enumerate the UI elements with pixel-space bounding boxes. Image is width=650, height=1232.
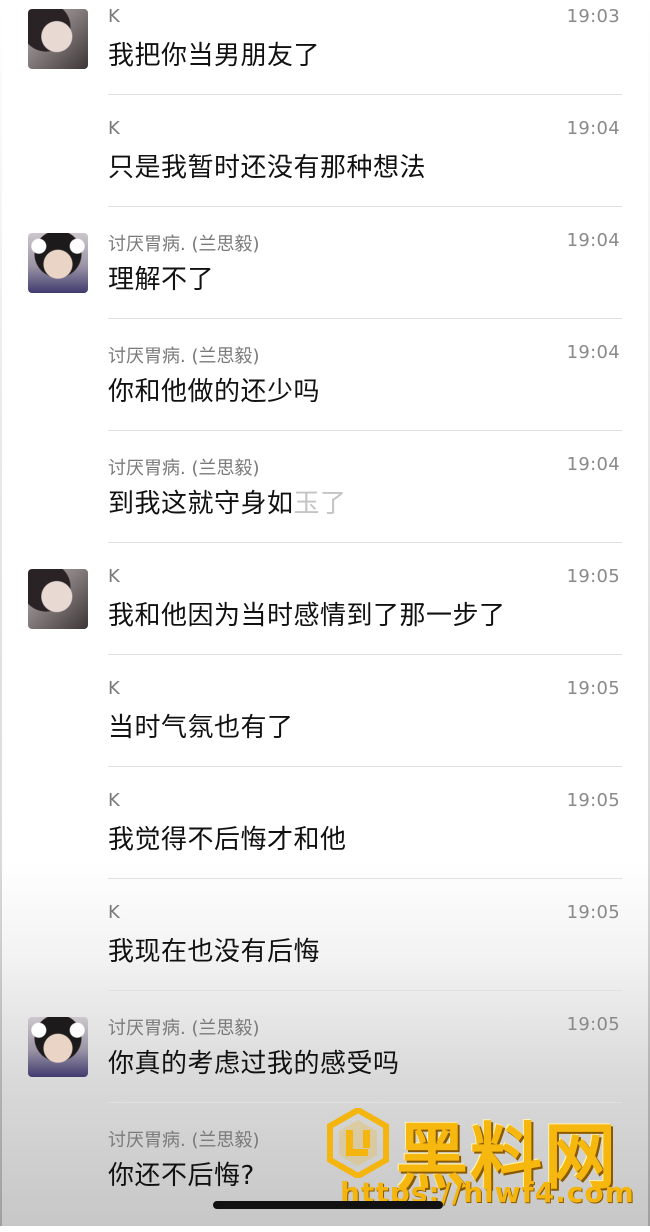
message-text: 我现在也没有后悔 bbox=[108, 937, 321, 967]
message-item[interactable]: K 19:03 我把你当男朋友了 bbox=[0, 0, 650, 112]
watermark-logo-icon bbox=[327, 1108, 389, 1178]
sender-name: 讨厌胃病. (兰思毅) bbox=[108, 1130, 260, 1151]
message-time: 19:04 bbox=[566, 118, 620, 139]
message-text: 你还不后悔? bbox=[108, 1161, 255, 1191]
divider bbox=[108, 318, 622, 319]
sender-name: 讨厌胃病. (兰思毅) bbox=[108, 1018, 260, 1039]
home-indicator[interactable] bbox=[213, 1201, 443, 1209]
sender-name: K bbox=[108, 678, 120, 699]
message-text: 只是我暂时还没有那种想法 bbox=[108, 153, 427, 183]
message-item[interactable]: K 19:05 我和他因为当时感情到了那一步了 bbox=[0, 560, 650, 672]
message-item[interactable]: K 19:05 当时气氛也有了 bbox=[0, 672, 650, 784]
message-time: 19:05 bbox=[566, 790, 620, 811]
avatar[interactable] bbox=[28, 233, 88, 293]
divider bbox=[108, 990, 622, 991]
sender-name: 讨厌胃病. (兰思毅) bbox=[108, 234, 260, 255]
message-item[interactable]: K 19:05 我现在也没有后悔 bbox=[0, 896, 650, 1008]
message-text: 我把你当男朋友了 bbox=[108, 41, 321, 71]
sender-name: K bbox=[108, 6, 120, 27]
divider bbox=[108, 94, 622, 95]
chat-history-panel: K 19:03 我把你当男朋友了 K 19:04 只是我暂时还没有那种想法 讨厌… bbox=[0, 0, 650, 1226]
message-text: 你和他做的还少吗 bbox=[108, 377, 321, 407]
message-time: 19:03 bbox=[566, 6, 620, 27]
message-text: 我和他因为当时感情到了那一步了 bbox=[108, 601, 506, 631]
divider bbox=[108, 766, 622, 767]
message-item[interactable]: K 19:04 只是我暂时还没有那种想法 bbox=[0, 112, 650, 224]
avatar[interactable] bbox=[28, 9, 88, 69]
message-time: 19:04 bbox=[566, 454, 620, 475]
message-text: 我觉得不后悔才和他 bbox=[108, 825, 347, 855]
message-item[interactable]: 讨厌胃病. (兰思毅) 19:04 理解不了 bbox=[0, 224, 650, 336]
divider bbox=[108, 206, 622, 207]
divider bbox=[108, 542, 622, 543]
message-item[interactable]: 讨厌胃病. (兰思毅) 19:04 你和他做的还少吗 bbox=[0, 336, 650, 448]
message-time: 19:05 bbox=[566, 902, 620, 923]
divider bbox=[108, 430, 622, 431]
sender-name: 讨厌胃病. (兰思毅) bbox=[108, 458, 260, 479]
message-item[interactable]: 讨厌胃病. (兰思毅) 19:04 到我这就守身如玉了 bbox=[0, 448, 650, 560]
sender-name: K bbox=[108, 902, 120, 923]
avatar[interactable] bbox=[28, 569, 88, 629]
message-text-faded: 玉了 bbox=[293, 489, 347, 519]
message-text: 当时气氛也有了 bbox=[108, 713, 294, 743]
message-text: 理解不了 bbox=[108, 265, 215, 295]
message-text: 到我这就守身如 bbox=[108, 489, 294, 519]
divider bbox=[108, 654, 622, 655]
sender-name: K bbox=[108, 790, 120, 811]
message-text-container: 到我这就守身如玉了 bbox=[108, 483, 347, 520]
message-time: 19:04 bbox=[566, 342, 620, 363]
message-time: 19:05 bbox=[566, 1014, 620, 1035]
sender-name: K bbox=[108, 118, 120, 139]
message-time: 19:05 bbox=[566, 566, 620, 587]
message-time: 19:04 bbox=[566, 230, 620, 251]
message-time: 19:05 bbox=[566, 678, 620, 699]
message-text: 你真的考虑过我的感受吗 bbox=[108, 1049, 400, 1079]
sender-name: K bbox=[108, 566, 120, 587]
sender-name: 讨厌胃病. (兰思毅) bbox=[108, 346, 260, 367]
message-item[interactable]: K 19:05 我觉得不后悔才和他 bbox=[0, 784, 650, 896]
avatar[interactable] bbox=[28, 1017, 88, 1077]
divider bbox=[108, 878, 622, 879]
